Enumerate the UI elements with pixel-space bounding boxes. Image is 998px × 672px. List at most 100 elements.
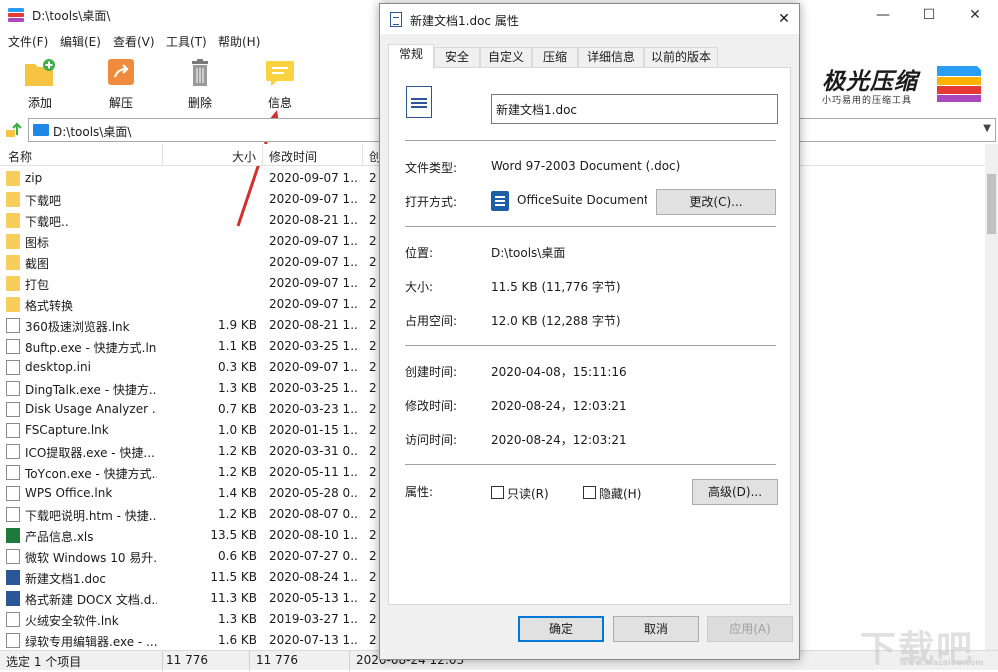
file-icon [6, 339, 20, 354]
chevron-down-icon[interactable]: ▼ [983, 123, 991, 134]
file-created: 2 [369, 192, 377, 206]
file-icon [6, 381, 20, 396]
file-name: 新建文档1.doc [25, 572, 107, 586]
file-icon [6, 549, 20, 564]
created-value: 2020-04-08，15:11:16 [491, 365, 627, 379]
file-name: 微软 Windows 10 易升... [25, 551, 157, 565]
hidden-label[interactable]: 隐藏(H) [599, 485, 641, 502]
file-icon [6, 444, 20, 459]
file-modified: 2020-09-07 1... [269, 171, 357, 185]
file-name: 打包 [25, 278, 50, 292]
open-with-value: OfficeSuite Documents [517, 193, 647, 207]
file-modified: 2020-09-07 1... [269, 360, 357, 374]
word-document-icon [6, 570, 20, 585]
file-created: 2 [369, 213, 377, 227]
open-with-label: 打开方式: [405, 195, 458, 209]
tab-compression[interactable]: 压缩 [532, 47, 578, 68]
close-button[interactable]: ✕ [952, 0, 998, 30]
tab-previous-versions[interactable]: 以前的版本 [644, 47, 718, 68]
menu-tools[interactable]: 工具(T) [166, 33, 207, 50]
window-title: D:\tools\桌面\ [32, 9, 111, 23]
cancel-button[interactable]: 取消 [613, 616, 699, 642]
file-name: Disk Usage Analyzer ... [25, 402, 157, 416]
modified-label: 修改时间: [405, 399, 458, 413]
delete-button[interactable]: 删除 [174, 58, 226, 111]
file-created: 2 [369, 255, 377, 269]
column-name[interactable]: 名称 [8, 148, 32, 165]
menu-file[interactable]: 文件(F) [8, 33, 48, 50]
readonly-label[interactable]: 只读(R) [507, 485, 549, 502]
dialog-title-bar: 新建文档1.doc 属性 ✕ [380, 4, 799, 34]
minimize-button[interactable]: — [860, 0, 906, 30]
folder-icon [6, 297, 20, 312]
file-size: 0.3 KB [218, 360, 257, 374]
status-selection: 选定 1 个项目 [6, 655, 82, 669]
add-folder-icon [23, 58, 57, 88]
file-created: 2 [369, 570, 377, 584]
menu-help[interactable]: 帮助(H) [218, 33, 260, 50]
advanced-button[interactable]: 高级(D)... [692, 479, 778, 505]
extract-button[interactable]: 解压 [95, 58, 147, 111]
file-modified: 2020-09-07 1... [269, 234, 357, 248]
maximize-button[interactable]: ☐ [906, 0, 952, 30]
file-modified: 2020-03-31 0... [269, 444, 357, 458]
file-type-value: Word 97-2003 Document (.doc) [491, 159, 681, 173]
info-note-icon [263, 58, 297, 88]
created-label: 创建时间: [405, 365, 458, 379]
file-created: 2 [369, 507, 377, 521]
add-button[interactable]: 添加 [14, 58, 66, 111]
file-size: 1.4 KB [218, 486, 257, 500]
file-size: 1.3 KB [218, 381, 257, 395]
file-type-icon [406, 86, 432, 118]
file-icon [6, 360, 20, 375]
hidden-checkbox[interactable] [583, 486, 596, 499]
file-icon [6, 423, 20, 438]
ok-button[interactable]: 确定 [518, 616, 604, 642]
file-modified: 2020-07-27 0... [269, 549, 357, 563]
readonly-checkbox[interactable] [491, 486, 504, 499]
file-created: 2 [369, 318, 377, 332]
dialog-close-button[interactable]: ✕ [769, 4, 799, 34]
file-icon [6, 402, 20, 417]
trash-icon [183, 58, 217, 88]
file-created: 2 [369, 360, 377, 374]
file-created: 2 [369, 381, 377, 395]
column-size[interactable]: 大小 [232, 148, 256, 165]
tab-custom[interactable]: 自定义 [480, 47, 532, 68]
vertical-scrollbar[interactable] [985, 144, 998, 650]
filename-input[interactable]: 新建文档1.doc [491, 94, 778, 124]
folder-icon [6, 276, 20, 291]
brand-banner: 极光压缩 小巧易用的压缩工具 [820, 62, 990, 112]
add-label: 添加 [27, 96, 52, 110]
disk-size-value: 12.0 KB (12,288 字节) [491, 314, 621, 328]
column-modified[interactable]: 修改时间 [269, 148, 317, 165]
apply-button[interactable]: 应用(A) [707, 616, 793, 642]
extract-label: 解压 [108, 96, 133, 110]
tab-general[interactable]: 常规 [388, 44, 434, 69]
file-name: 下载吧说明.htm - 快捷... [25, 509, 157, 523]
file-size: 13.5 KB [210, 528, 257, 542]
file-created: 2 [369, 486, 377, 500]
scrollbar-thumb[interactable] [987, 174, 996, 234]
file-created: 2 [369, 549, 377, 563]
menu-view[interactable]: 查看(V) [113, 33, 155, 50]
file-name: FSCapture.lnk [25, 423, 109, 437]
file-name: ToYcon.exe - 快捷方式... [25, 467, 157, 481]
brand-logo-icon [937, 66, 981, 102]
tab-security[interactable]: 安全 [434, 47, 480, 68]
file-created: 2 [369, 234, 377, 248]
file-size: 0.7 KB [218, 402, 257, 416]
watermark: 下载吧 www.xiazaiba.com [860, 620, 998, 670]
menu-edit[interactable]: 编辑(E) [60, 33, 101, 50]
attributes-label: 属性: [405, 485, 434, 499]
file-modified: 2020-09-07 1... [269, 255, 357, 269]
file-name: desktop.ini [25, 360, 91, 374]
folder-icon [6, 192, 20, 207]
up-folder-icon[interactable] [4, 121, 22, 139]
change-button[interactable]: 更改(C)... [656, 189, 776, 215]
file-size: 1.3 KB [218, 612, 257, 626]
general-panel: 新建文档1.doc 文件类型: Word 97-2003 Document (.… [388, 67, 791, 605]
folder-icon [6, 213, 20, 228]
file-name: ICO提取器.exe - 快捷... [25, 446, 155, 460]
tab-details[interactable]: 详细信息 [578, 47, 644, 68]
